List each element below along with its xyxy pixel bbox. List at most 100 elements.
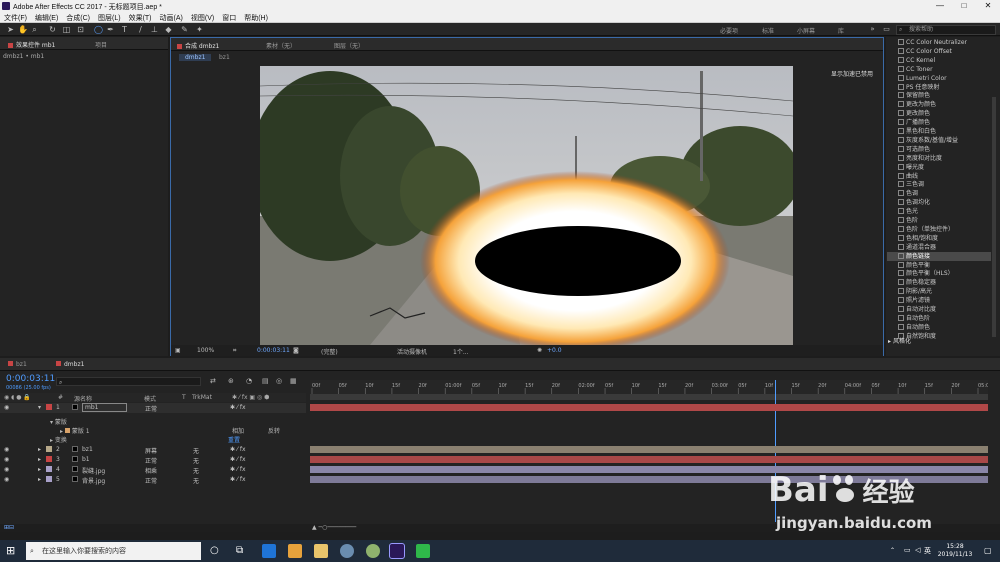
layer-row[interactable]: ◉ ▸ 5 背景.jpg 正常 无 ✱ ⁄ fx — [0, 475, 306, 485]
layer-mode-select[interactable]: 相乘 — [145, 466, 157, 475]
app2-icon[interactable] — [366, 544, 380, 558]
effect-item[interactable]: 颜色链接 — [887, 251, 991, 261]
effect-item[interactable]: 曲线 — [898, 172, 918, 181]
mask-group-label[interactable]: ▾ 蒙版 — [50, 417, 67, 426]
tab-footage[interactable]: 素材（无） — [266, 41, 296, 50]
col-source-name[interactable]: 源名称 — [74, 394, 92, 403]
pen-tool-icon[interactable]: ✒ — [106, 25, 115, 34]
workspace-library[interactable]: 库 — [838, 26, 844, 35]
mask-1-label[interactable]: ▸ 蒙版 1 — [60, 426, 90, 435]
label-color-swatch[interactable] — [46, 466, 52, 472]
subtab-bz1[interactable]: bz1 — [219, 54, 230, 61]
twirl-arrow-icon[interactable]: ▸ — [38, 456, 41, 463]
panel-toggle-icon[interactable]: ▭ — [882, 25, 891, 34]
workspace-standard[interactable]: 标准 — [762, 26, 774, 35]
category-stylize[interactable]: ▸ 风格化 — [888, 336, 911, 345]
tab-composition[interactable]: 合成 dmbz1 — [177, 41, 219, 50]
visibility-eye-icon[interactable]: ◉ — [4, 456, 9, 463]
snapshot-icon[interactable]: ◙ — [293, 347, 299, 354]
workspace-menu-icon[interactable]: » — [868, 25, 877, 34]
effect-item[interactable]: 自动色阶 — [898, 314, 930, 323]
timeline-tab-dmbz1[interactable]: dmbz1 — [56, 361, 84, 368]
workspace-essentials[interactable]: 必要项 — [720, 26, 738, 35]
browser-icon[interactable] — [340, 544, 354, 558]
effect-item[interactable]: 色阶 — [898, 216, 918, 225]
always-preview-icon[interactable]: ▣ — [175, 347, 181, 354]
toggle-switches-icon[interactable]: ⊞⊟ — [4, 524, 14, 531]
layer-row[interactable]: ◉ ▾ 1 mb1 正常 ✱ ⁄ fx — [0, 403, 306, 413]
effect-item[interactable]: 阴影/高光 — [898, 287, 932, 296]
layer-mode-select[interactable]: 正常 — [145, 476, 157, 485]
layer-switches[interactable]: ✱ ⁄ fx — [230, 476, 246, 483]
layer-mode-select[interactable]: 屏幕 — [145, 446, 157, 455]
wechat-icon[interactable] — [416, 544, 430, 558]
layer-name[interactable]: mb1 — [82, 403, 128, 412]
effect-item[interactable]: 通道混合器 — [898, 243, 936, 252]
current-time-display[interactable]: 0:00:03:11 — [257, 347, 290, 354]
camera-select[interactable]: 活动摄像机 — [397, 347, 427, 356]
layer-trkmat-select[interactable]: 无 — [193, 456, 199, 465]
label-color-swatch[interactable] — [46, 446, 52, 452]
roto-tool-icon[interactable]: ✎ — [180, 25, 189, 34]
effect-item[interactable]: 更改颜色 — [898, 109, 930, 118]
mask-mode-select[interactable]: 相加 — [232, 426, 244, 435]
effect-item[interactable]: 黑色和白色 — [898, 127, 936, 136]
layer-mode-select[interactable]: 正常 — [145, 456, 157, 465]
exposure-value[interactable]: +0.0 — [547, 347, 562, 354]
notifications-icon[interactable]: ▢ — [984, 546, 992, 555]
layer-trkmat-select[interactable]: 无 — [193, 476, 199, 485]
twirl-arrow-icon[interactable]: ▾ — [38, 404, 41, 411]
tab-layer[interactable]: 图层（无） — [334, 41, 364, 50]
twirl-arrow-icon[interactable]: ▸ — [38, 446, 41, 453]
visibility-eye-icon[interactable]: ◉ — [4, 466, 9, 473]
zoom-select[interactable]: 100% — [197, 347, 214, 354]
effect-item[interactable]: 保留颜色 — [898, 91, 930, 100]
tab-project[interactable]: 项目 — [95, 40, 107, 49]
eraser-tool-icon[interactable]: ◆ — [164, 25, 173, 34]
effect-item[interactable]: 自动对比度 — [898, 305, 936, 314]
timeline-tab-bz1[interactable]: bz1 — [8, 361, 27, 368]
effect-item[interactable]: 照片滤镜 — [898, 296, 930, 305]
visibility-eye-icon[interactable]: ◉ — [4, 446, 9, 453]
file-explorer-icon[interactable] — [314, 544, 328, 558]
system-clock[interactable]: 15:28 2019/11/13 — [935, 543, 975, 559]
visibility-eye-icon[interactable]: ◉ — [4, 476, 9, 483]
effects-scrollbar[interactable] — [992, 97, 996, 337]
effect-item[interactable]: 色光 — [898, 207, 918, 216]
layer-row[interactable]: ◉ ▸ 3 b1 正常 无 ✱ ⁄ fx — [0, 455, 306, 465]
layer-search-input[interactable]: ⌕ — [56, 377, 201, 386]
layer-switches[interactable]: ✱ ⁄ fx — [230, 456, 246, 463]
layer-track-bar[interactable] — [310, 404, 988, 411]
hand-tool-icon[interactable]: ✋ — [18, 25, 28, 34]
twirl-arrow-icon[interactable]: ▸ — [38, 466, 41, 473]
motion-blur-icon[interactable]: ◎ — [276, 377, 282, 385]
layer-name[interactable]: 背景.jpg — [82, 476, 105, 485]
taskbar-search-input[interactable]: ⌕ 在这里输入你要搜索的内容 — [26, 542, 201, 560]
layer-trkmat-select[interactable]: 无 — [193, 446, 199, 455]
layer-row[interactable]: ◉ ▸ 2 bz1 屏幕 无 ✱ ⁄ fx — [0, 445, 306, 455]
tab-effect-controls[interactable]: 效果控件 mb1 — [8, 40, 55, 49]
text-tool-icon[interactable]: T — [120, 25, 129, 34]
effect-item[interactable]: 更改为颜色 — [898, 100, 936, 109]
effect-item[interactable]: 可选颜色 — [898, 145, 930, 154]
time-ruler[interactable]: 00f 05f 10f 15f 20f 01:00f 05f 10f 15f 20f 02:00f 0… — [310, 380, 989, 394]
effect-item[interactable]: 灰度系数/基值/增益 — [898, 136, 958, 145]
workspace-small-screen[interactable]: 小屏幕 — [797, 26, 815, 35]
layer-name[interactable]: bz1 — [82, 446, 93, 453]
work-area-bar[interactable] — [310, 394, 988, 400]
edge-icon[interactable] — [262, 544, 276, 558]
layer-name[interactable]: 裂缝.jpg — [82, 466, 105, 475]
app-icon[interactable] — [288, 544, 302, 558]
layer-trkmat-select[interactable]: 无 — [193, 466, 199, 475]
layer-switches[interactable]: ✱ ⁄ fx — [230, 446, 246, 453]
effect-item[interactable]: 自动颜色 — [898, 323, 930, 332]
layer-switches[interactable]: ✱ ⁄ fx — [230, 466, 246, 473]
brush-tool-icon[interactable]: / — [136, 25, 145, 34]
windows-start-icon[interactable]: ⊞ — [6, 545, 17, 556]
transform-group[interactable]: ▸ 变换 — [50, 435, 67, 444]
layer-switches[interactable]: ✱ ⁄ fx — [230, 404, 246, 411]
layer-name[interactable]: b1 — [82, 456, 90, 463]
tray-arrow-icon[interactable]: ⌃ — [890, 547, 895, 554]
task-view-icon[interactable]: ⧉ — [236, 544, 250, 558]
after-effects-taskbar-icon[interactable] — [389, 543, 405, 559]
